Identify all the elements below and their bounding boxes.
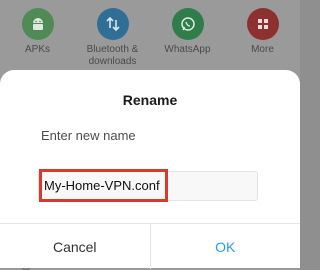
- app-tile-more: More: [225, 0, 300, 70]
- highlight-box: [39, 169, 168, 202]
- app-tile-bluetooth-downloads: Bluetooth & downloads: [75, 0, 150, 70]
- dialog-button-bar: Cancel OK: [0, 223, 300, 269]
- ok-button[interactable]: OK: [151, 224, 301, 269]
- whatsapp-icon: [171, 8, 204, 40]
- app-label: APKs: [24, 44, 50, 55]
- rename-dialog: Rename Enter new name My-Home-VPN.conf C…: [0, 70, 300, 269]
- app-tile-whatsapp: WhatsApp: [150, 0, 225, 70]
- android-icon: [21, 8, 54, 40]
- grid-icon: [246, 8, 279, 40]
- dialog-prompt: Enter new name: [41, 128, 136, 143]
- app-tile-apks: APKs: [0, 0, 75, 70]
- background-app-row: APKs Bluetooth & downloads WhatsApp More: [0, 0, 300, 70]
- app-label: More: [251, 44, 274, 55]
- transfer-icon: [96, 8, 129, 40]
- app-label: WhatsApp: [164, 44, 211, 55]
- app-label: Bluetooth & downloads: [86, 44, 139, 67]
- cancel-button[interactable]: Cancel: [0, 224, 151, 269]
- dialog-title: Rename: [122, 92, 178, 108]
